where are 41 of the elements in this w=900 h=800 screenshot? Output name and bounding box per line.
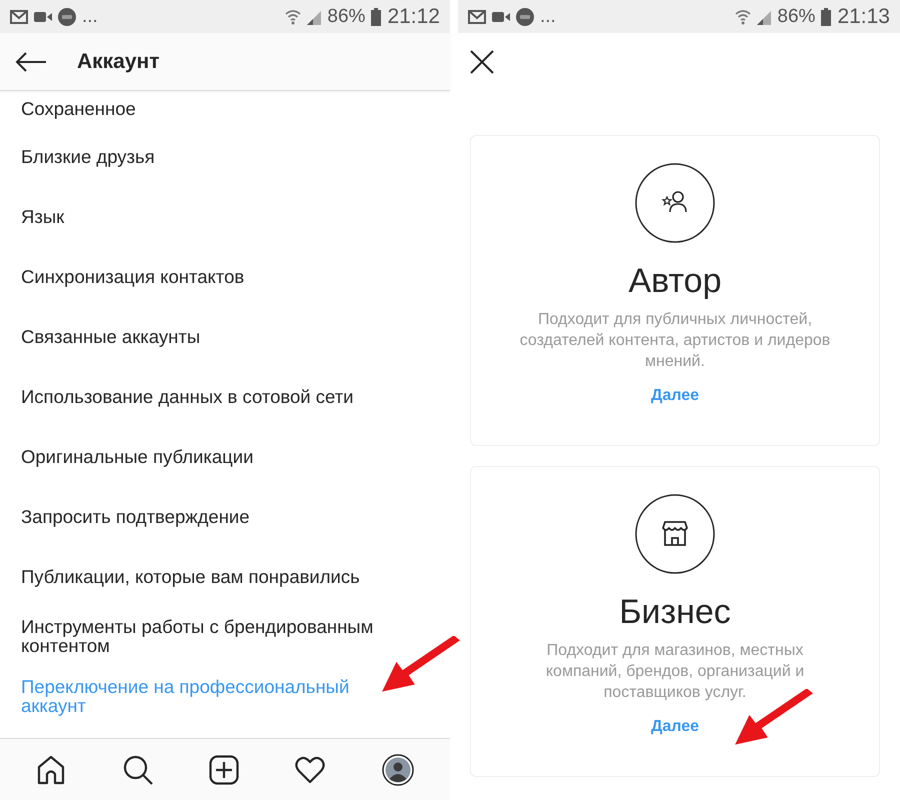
close-icon[interactable] <box>470 50 494 74</box>
settings-item[interactable]: Инструменты работы с брендированным контентом <box>21 617 421 655</box>
settings-item[interactable]: Сохраненное <box>21 99 136 118</box>
video-icon <box>492 10 510 22</box>
wallet-icon <box>516 8 534 26</box>
more-notifications: ... <box>82 7 98 26</box>
wifi-icon <box>735 8 752 24</box>
storefront-icon <box>635 494 715 574</box>
clock: 21:12 <box>387 6 440 27</box>
new-post-icon[interactable] <box>208 754 239 784</box>
battery-icon <box>371 8 382 26</box>
settings-item[interactable]: Связанные аккаунты <box>21 326 200 346</box>
card-description: Подходит для магазинов, местных компаний, брендов, организаций и поставщиков услуг. <box>544 641 806 703</box>
search-icon[interactable] <box>122 754 153 784</box>
card-title: Бизнес <box>619 592 731 632</box>
more-notifications: ... <box>540 7 556 26</box>
card-description: Подходит для публичных личностей, создателей контента, артистов и лидеров мнений. <box>518 310 832 372</box>
settings-item[interactable]: Публикации, которые вам понравились <box>21 566 360 586</box>
mail-icon <box>10 10 28 24</box>
avatar-icon[interactable] <box>382 754 414 786</box>
video-icon <box>34 10 52 22</box>
settings-item[interactable]: Синхронизация контактов <box>21 266 244 286</box>
settings-item[interactable]: Близкие друзья <box>21 146 155 166</box>
battery-percent: 86% <box>777 7 816 26</box>
settings-item[interactable]: Использование данных в сотовой сети <box>21 386 354 406</box>
settings-item[interactable]: Оригинальные публикации <box>21 446 254 466</box>
wifi-icon <box>285 8 302 24</box>
settings-item[interactable]: Язык <box>21 206 64 226</box>
battery-icon <box>821 8 832 26</box>
battery-percent: 86% <box>327 7 366 26</box>
signal-icon <box>757 8 772 24</box>
screen-title: Аккаунт <box>77 50 160 74</box>
clock: 21:13 <box>837 6 890 27</box>
home-icon[interactable] <box>36 754 66 784</box>
back-icon[interactable] <box>15 52 47 72</box>
heart-icon[interactable] <box>295 756 326 784</box>
signal-icon <box>307 8 322 24</box>
mail-icon <box>468 10 486 24</box>
wallet-icon <box>58 8 76 26</box>
settings-item[interactable]: Запросить подтверждение <box>21 506 250 526</box>
card-title: Автор <box>628 261 722 301</box>
